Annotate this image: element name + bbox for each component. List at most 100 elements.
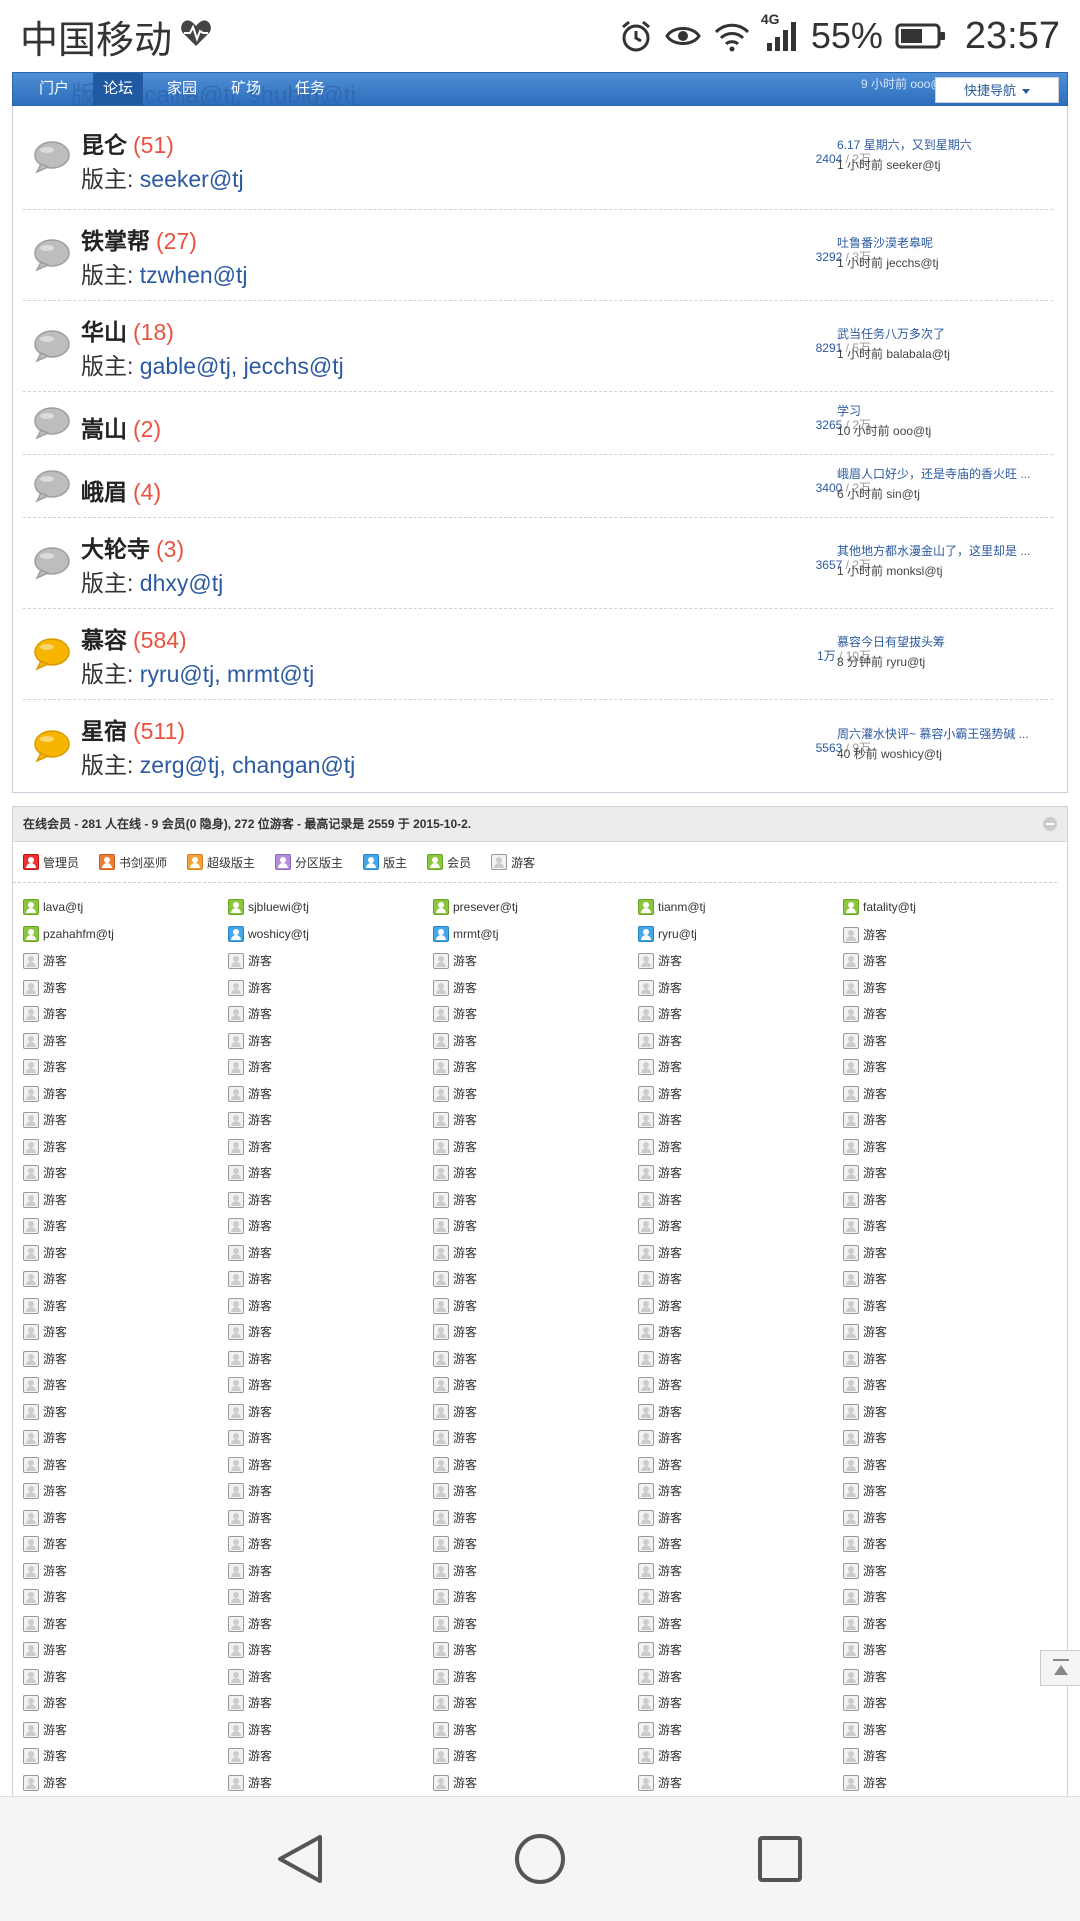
user-guest-icon — [433, 1376, 449, 1393]
user-guest-icon — [843, 1032, 859, 1049]
moderator-links[interactable]: gable@tj, jecchs@tj — [140, 353, 344, 379]
online-guest: 游客 — [843, 952, 887, 969]
forum-row[interactable]: 大轮寺 (3) 版主: dhxy@tj 3657 / 2万 其他地方都水漫金山了，… — [23, 518, 1053, 609]
forum-name-link[interactable]: 慕容 (584) — [81, 621, 187, 655]
legend-label: 管理员 — [43, 855, 80, 870]
moderators-label: 版主: — [81, 752, 140, 778]
quick-nav-button[interactable]: 快捷导航 — [935, 77, 1059, 103]
user-guest-icon — [23, 1032, 39, 1049]
last-post-title[interactable]: 武当任务八万多次了 — [837, 325, 1049, 342]
online-guest: 游客 — [23, 1615, 67, 1632]
moderator-links[interactable]: zerg@tj, changan@tj — [140, 752, 355, 778]
user-guest-icon — [23, 1244, 39, 1261]
online-guest: 游客 — [638, 1509, 682, 1526]
online-guest: 游客 — [638, 1615, 682, 1632]
forum-name-link[interactable]: 嵩山 (2) — [81, 410, 161, 444]
online-guest: 游客 — [228, 1482, 272, 1499]
online-guest: 游客 — [433, 1085, 477, 1102]
moderator-links[interactable]: tzwhen@tj — [140, 262, 248, 288]
moderator-links[interactable]: seeker@tj — [140, 166, 244, 192]
online-guest: 游客 — [638, 979, 682, 996]
online-members: 在线会员 - 281 人在线 - 9 会员(0 隐身), 272 位游客 - 最… — [12, 806, 1068, 1800]
online-user[interactable]: ryru@tj — [638, 926, 697, 942]
user-guest-icon — [433, 1588, 449, 1605]
user-name: 游客 — [658, 1564, 683, 1578]
online-user[interactable]: fatality@tj — [843, 899, 916, 915]
user-name: 游客 — [43, 1749, 68, 1763]
last-post-title[interactable]: 学习 — [837, 402, 1049, 419]
collapse-icon[interactable] — [1043, 817, 1057, 831]
user-zone-icon — [275, 854, 292, 870]
last-post-title[interactable]: 峨眉人口好少，还是寺庙的香火旺 ... — [837, 465, 1049, 482]
online-user[interactable]: pzahahfm@tj — [23, 926, 114, 942]
online-user[interactable]: mrmt@tj — [433, 926, 499, 942]
forum-row[interactable]: 铁掌帮 (27) 版主: tzwhen@tj 3292 / 3万 吐鲁番沙漠老皋呢… — [23, 210, 1053, 301]
user-guest-icon — [433, 1641, 449, 1658]
user-guest-icon — [433, 1244, 449, 1261]
recents-icon[interactable] — [756, 1833, 804, 1890]
forum-row[interactable]: 昆仑 (51) 版主: seeker@tj 2404 / 2万 6.17 星期六，… — [23, 106, 1053, 210]
forum-name-link[interactable]: 昆仑 (51) — [81, 126, 174, 160]
forum-row[interactable]: 星宿 (511) 版主: zerg@tj, changan@tj 5563 / 9… — [23, 700, 1053, 793]
forum-name-link[interactable]: 星宿 (511) — [81, 712, 185, 746]
back-icon[interactable] — [276, 1833, 324, 1890]
online-guest: 游客 — [228, 1641, 272, 1658]
forum-name-link[interactable]: 铁掌帮 (27) — [81, 222, 197, 256]
online-guest: 游客 — [638, 1694, 682, 1711]
forum-name-link[interactable]: 峨眉 (4) — [81, 473, 161, 507]
forum-row[interactable]: 华山 (18) 版主: gable@tj, jecchs@tj 8291 / 5万… — [23, 301, 1053, 392]
online-guest: 游客 — [638, 1747, 682, 1764]
user-name: 游客 — [658, 1431, 683, 1445]
legend-item: 书剑巫师 — [99, 854, 167, 871]
online-user[interactable]: sjbluewi@tj — [228, 899, 309, 915]
forum-name-link[interactable]: 华山 (18) — [81, 313, 174, 347]
nav-tasks[interactable]: 任务 — [285, 73, 335, 105]
online-user[interactable]: tianm@tj — [638, 899, 706, 915]
forum-name-link[interactable]: 大轮寺 (3) — [81, 530, 184, 564]
nav-mine[interactable]: 矿场 — [221, 73, 271, 105]
user-name: 游客 — [43, 1325, 68, 1339]
online-user[interactable]: lava@tj — [23, 899, 83, 915]
moderators-label: 版主: — [81, 353, 140, 379]
legend-item: 游客 — [491, 854, 535, 871]
nav-forum[interactable]: 论坛 — [93, 73, 144, 105]
online-guest: 游客 — [433, 1668, 477, 1685]
carrier-name: 中国移动 — [20, 19, 173, 62]
online-guest: 游客 — [228, 1111, 272, 1128]
nav-home[interactable]: 家园 — [157, 73, 207, 105]
last-post-title[interactable]: 6.17 星期六，又到星期六 — [837, 136, 1049, 153]
back-to-top-icon[interactable] — [1040, 1650, 1080, 1686]
user-guest-icon — [228, 1138, 244, 1155]
forum-row[interactable]: 慕容 (584) 版主: ryru@tj, mrmt@tj 1万 / 10万 慕容… — [23, 609, 1053, 700]
online-guest: 游客 — [638, 952, 682, 969]
online-guest: 游客 — [228, 1244, 272, 1261]
online-guest: 游客 — [23, 1244, 67, 1261]
user-guest-icon — [228, 1005, 244, 1022]
home-icon[interactable] — [514, 1833, 566, 1890]
last-post-title[interactable]: 其他地方都水漫金山了，这里却是 ... — [837, 542, 1049, 559]
last-post-title[interactable]: 慕容今日有望拔头筹 — [837, 633, 1049, 650]
user-guest-icon — [433, 1270, 449, 1287]
forum-row[interactable]: 峨眉 (4) 3400 / 2万 峨眉人口好少，还是寺庙的香火旺 ... 6 小时… — [23, 455, 1053, 518]
user-name: 游客 — [248, 1060, 273, 1074]
user-guest-icon — [638, 952, 654, 969]
online-user[interactable]: woshicy@tj — [228, 926, 309, 942]
last-post-title[interactable]: 吐鲁番沙漠老皋呢 — [837, 234, 1049, 251]
user-guest-icon — [843, 1297, 859, 1314]
online-user[interactable]: presever@tj — [433, 899, 518, 915]
last-post-title[interactable]: 周六灌水快评~ 慕容小霸王强势碱 ... — [837, 725, 1049, 742]
user-name: 游客 — [453, 981, 478, 995]
user-guest-icon — [638, 1058, 654, 1075]
nav-portal[interactable]: 门户 — [29, 73, 79, 105]
moderator-links[interactable]: dhxy@tj — [140, 570, 223, 596]
online-guest: 游客 — [433, 979, 477, 996]
moderator-links[interactable]: ryru@tj, mrmt@tj — [140, 661, 314, 687]
user-name: 游客 — [43, 1272, 68, 1286]
user-name: 游客 — [863, 1749, 888, 1763]
user-guest-icon — [843, 1562, 859, 1579]
user-mod-icon — [363, 854, 380, 870]
online-guest: 游客 — [638, 1058, 682, 1075]
online-guest: 游客 — [843, 1270, 887, 1287]
online-guest: 游客 — [23, 1562, 67, 1579]
forum-row[interactable]: 嵩山 (2) 3265 / 2万 学习 10 小时前 ooo@tj — [23, 392, 1053, 455]
